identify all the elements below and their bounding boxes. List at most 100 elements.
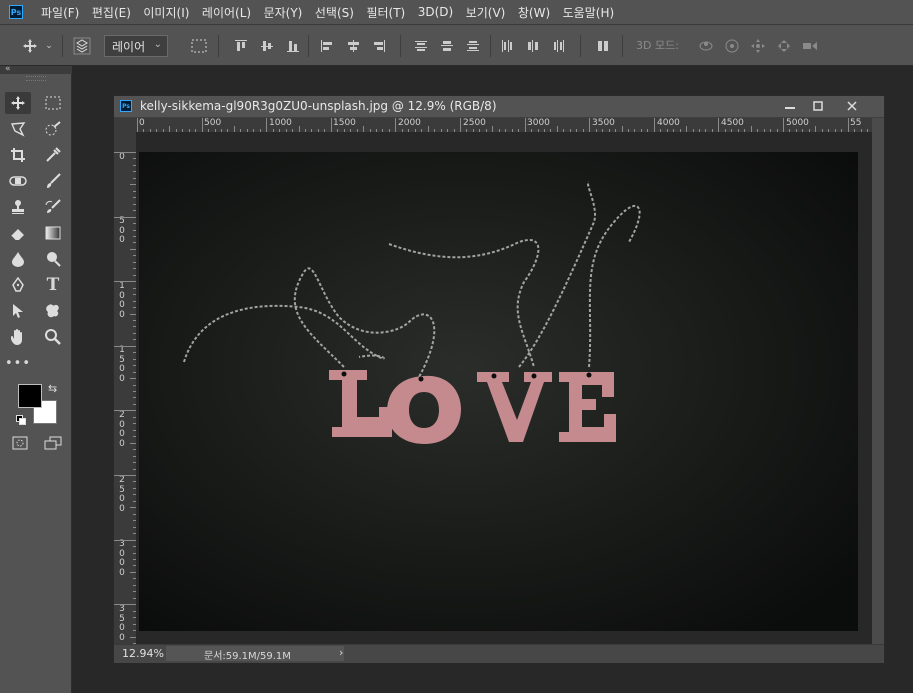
- quick-selection-icon[interactable]: [40, 118, 66, 140]
- vertical-ruler[interactable]: 0 500 1000 1500 2000 2500 3000 3500: [114, 132, 136, 644]
- menu-select[interactable]: 선택(S): [315, 4, 354, 21]
- align-right-icon[interactable]: [370, 25, 388, 67]
- menu-bar: Ps 파일(F) 편집(E) 이미지(I) 레이어(L) 문자(Y) 선택(S)…: [0, 0, 913, 24]
- ruler-label: 0: [119, 152, 125, 162]
- menu-type[interactable]: 문자(Y): [264, 4, 303, 21]
- roll-3d-icon: [722, 25, 742, 67]
- ruler-label: 3000: [527, 118, 550, 128]
- ruler-label: 1500: [333, 118, 356, 128]
- more-tools-icon[interactable]: •••: [5, 352, 31, 374]
- spot-healing-brush-icon[interactable]: [5, 170, 31, 192]
- crop-tool-icon[interactable]: [5, 144, 31, 166]
- drag-3d-icon: [748, 25, 768, 67]
- foreground-color-swatch[interactable]: [18, 384, 42, 408]
- canvas-area[interactable]: [136, 132, 882, 644]
- quick-mask-icon[interactable]: [7, 432, 33, 454]
- menu-3d[interactable]: 3D(D): [418, 5, 453, 19]
- document-image[interactable]: [139, 152, 858, 631]
- default-colors-icon[interactable]: [16, 415, 26, 425]
- ruler-label: 4500: [721, 118, 744, 128]
- history-brush-icon[interactable]: [40, 196, 66, 218]
- photoshop-logo-icon[interactable]: Ps: [9, 5, 23, 19]
- menu-help[interactable]: 도움말(H): [563, 4, 615, 21]
- custom-shape-icon[interactable]: [40, 300, 66, 322]
- ruler-label: 2000: [398, 118, 421, 128]
- align-horizontal-center-icon[interactable]: [344, 25, 362, 67]
- clone-stamp-icon[interactable]: [5, 196, 31, 218]
- menu-image[interactable]: 이미지(I): [143, 4, 189, 21]
- chevron-down-icon[interactable]: ⌄: [42, 25, 56, 67]
- horizontal-ruler[interactable]: 0 500 1000 1500 2000 2500 3000 3500 4000…: [136, 118, 872, 132]
- auto-align-layers-icon[interactable]: [594, 25, 612, 67]
- lasso-tool-icon[interactable]: [5, 118, 31, 140]
- ruler-tick: [718, 118, 720, 132]
- screen-mode-icon[interactable]: [40, 432, 66, 454]
- collapse-panel-icon[interactable]: «: [5, 64, 11, 74]
- align-left-icon[interactable]: [318, 25, 336, 67]
- ruler-label: 0: [139, 118, 145, 128]
- status-menu-arrow-icon[interactable]: ›: [339, 646, 343, 659]
- type-tool-icon[interactable]: T: [40, 274, 66, 296]
- document-size-info: 문서:59.1M/59.1M: [204, 651, 291, 662]
- auto-select-icon[interactable]: [70, 25, 94, 67]
- document-title-bar[interactable]: Ps kelly-sikkema-gl90R3g0ZU0-unsplash.jp…: [114, 96, 884, 118]
- distribute-vertical-center-icon[interactable]: [438, 25, 456, 67]
- pen-tool-icon[interactable]: [5, 274, 31, 296]
- tools-panel-header: «: [0, 64, 72, 74]
- align-bottom-icon[interactable]: [284, 25, 302, 67]
- distribute-horizontal-center-icon[interactable]: [524, 25, 542, 67]
- menu-layer[interactable]: 레이어(L): [202, 4, 251, 21]
- close-button[interactable]: [836, 96, 868, 116]
- ruler-tick: [114, 152, 136, 153]
- brush-tool-icon[interactable]: [40, 170, 66, 192]
- hand-tool-icon[interactable]: [5, 326, 31, 348]
- dodge-tool-icon[interactable]: [40, 248, 66, 270]
- orbit-3d-icon: [696, 25, 716, 67]
- zoom-level-field[interactable]: 12.94%: [122, 647, 164, 660]
- distribute-bottom-icon[interactable]: [464, 25, 482, 67]
- menu-window[interactable]: 창(W): [518, 4, 550, 21]
- panel-grip[interactable]: [26, 76, 46, 81]
- tools-panel: « T ••• ⇆: [0, 64, 72, 693]
- ruler-label: 4000: [657, 118, 680, 128]
- blur-tool-icon[interactable]: [5, 248, 31, 270]
- menu-edit[interactable]: 편집(E): [92, 4, 131, 21]
- vertical-scrollbar[interactable]: [872, 118, 884, 646]
- ruler-label: 55: [850, 118, 862, 128]
- swap-colors-icon[interactable]: ⇆: [48, 382, 57, 395]
- ruler-corner[interactable]: [114, 118, 136, 132]
- move-tool-preset-icon[interactable]: [18, 25, 42, 67]
- ruler-tick: [330, 118, 332, 132]
- chevron-down-icon: ⌄: [153, 39, 162, 50]
- ruler-tick: [114, 281, 136, 283]
- gradient-tool-icon[interactable]: [40, 222, 66, 244]
- distribute-top-icon[interactable]: [412, 25, 430, 67]
- ruler-label: 2500: [463, 118, 486, 128]
- auto-select-target-dropdown[interactable]: 레이어 ⌄: [104, 35, 168, 57]
- move-tool-icon[interactable]: [5, 92, 31, 114]
- ruler-tick: [783, 118, 784, 132]
- maximize-button[interactable]: [802, 96, 834, 116]
- ruler-tick: [114, 539, 136, 541]
- photoshop-document-icon: Ps: [120, 100, 132, 112]
- ruler-tick: [114, 604, 136, 606]
- ruler-tick: [847, 118, 849, 132]
- ruler-tick: [137, 118, 138, 132]
- align-top-icon[interactable]: [232, 25, 250, 67]
- distribute-left-icon[interactable]: [498, 25, 516, 67]
- eraser-tool-icon[interactable]: [5, 222, 31, 244]
- zoom-tool-icon[interactable]: [40, 326, 66, 348]
- rectangular-marquee-icon[interactable]: [40, 92, 66, 114]
- menu-view[interactable]: 보기(V): [466, 4, 506, 21]
- ruler-tick: [395, 118, 397, 132]
- menu-filter[interactable]: 필터(T): [366, 4, 405, 21]
- eyedropper-icon[interactable]: [40, 144, 66, 166]
- ruler-tick: [114, 475, 136, 476]
- ruler-tick: [114, 216, 136, 218]
- show-transform-controls-icon[interactable]: [188, 25, 210, 67]
- menu-file[interactable]: 파일(F): [41, 4, 79, 21]
- ruler-label: 1000: [269, 118, 292, 128]
- align-vertical-center-icon[interactable]: [258, 25, 276, 67]
- path-selection-icon[interactable]: [5, 300, 31, 322]
- distribute-right-icon[interactable]: [550, 25, 568, 67]
